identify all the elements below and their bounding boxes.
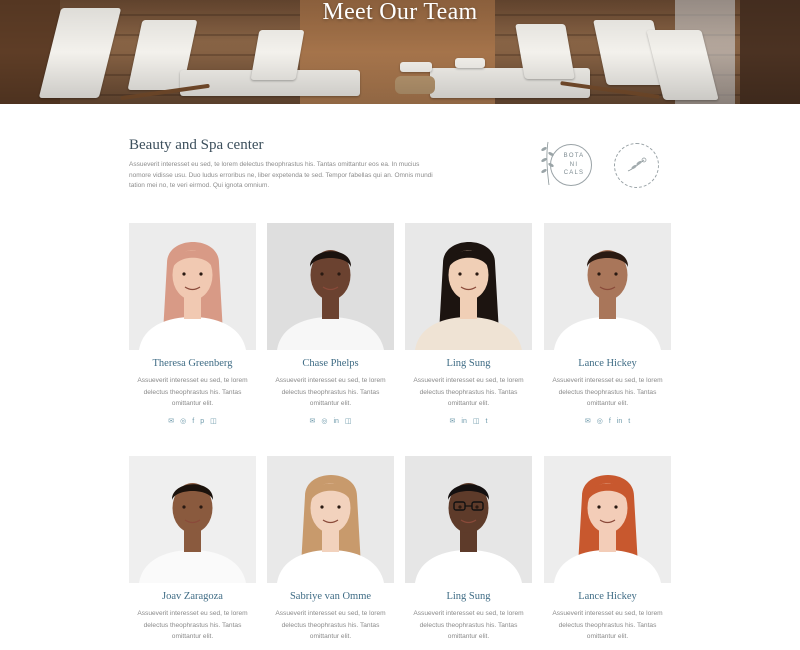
team-member-description: Assueverit interesset eu sed, te lorem de… <box>121 375 264 410</box>
team-member-photo[interactable] <box>544 223 671 350</box>
social-icon[interactable]: ◫ <box>473 417 480 425</box>
social-icon[interactable]: ◫ <box>345 417 352 425</box>
description-line: Assueverit interesset eu sed, te lorem <box>275 610 386 617</box>
description-line: delectus theophrastus his. Tantas <box>419 621 518 629</box>
portrait-woman-blonde-icon <box>267 456 394 583</box>
portrait-woman-icon <box>405 223 532 350</box>
team-member-name[interactable]: Lance Hickey <box>534 358 681 369</box>
social-icon[interactable]: in <box>461 418 466 425</box>
social-icon[interactable]: ◫ <box>210 417 217 425</box>
description-line: omittantur elit. <box>171 400 214 407</box>
team-member-name[interactable]: Lance Hickey <box>534 591 681 602</box>
team-member-card[interactable]: Ling Sung Assueverit interesset eu sed, t… <box>405 223 532 425</box>
description-line: omittantur elit. <box>586 400 629 407</box>
team-member-name[interactable]: Sabriye van Omme <box>257 591 404 602</box>
team-member-name[interactable]: Theresa Greenberg <box>119 358 266 369</box>
portrait-man-icon <box>544 223 671 350</box>
description-line: Assueverit interesset eu sed, te lorem <box>137 610 248 617</box>
team-member-name[interactable]: Chase Phelps <box>257 358 404 369</box>
description-line: omittantur elit. <box>447 400 490 407</box>
team-member-card[interactable]: Ling Sung Assueverit interesset eu sed, t… <box>405 456 532 650</box>
team-member-photo[interactable] <box>544 456 671 583</box>
description-line: Assueverit interesset eu sed, te lorem <box>413 610 524 617</box>
description-line: delectus theophrastus his. Tantas <box>143 621 242 629</box>
social-icon[interactable]: ✉ <box>585 417 591 425</box>
description-line: delectus theophrastus his. Tantas <box>143 388 242 396</box>
social-icon[interactable]: ◎ <box>180 417 186 425</box>
social-icon[interactable]: f <box>192 418 194 425</box>
team-member-description: Assueverit interesset eu sed, te lorem de… <box>259 608 402 643</box>
team-member-description: Assueverit interesset eu sed, te lorem de… <box>397 608 540 643</box>
social-icon[interactable]: in <box>617 418 622 425</box>
description-line: delectus theophrastus his. Tantas <box>558 621 657 629</box>
botanicals-badge-text: BOTA NI CALS <box>563 153 585 176</box>
social-links: ✉ ◎ f p ◫ <box>129 417 256 425</box>
social-links: ✉ ◎ f in t <box>544 417 671 425</box>
team-member-card[interactable]: Sabriye van Omme Assueverit interesset eu… <box>267 456 394 650</box>
section-title: Beauty and Spa center <box>129 137 264 153</box>
portrait-man-glasses-icon <box>405 456 532 583</box>
social-links: ✉ ◎ in ◫ <box>267 417 394 425</box>
social-icon[interactable]: ✉ <box>168 417 174 425</box>
description-line: Assueverit interesset eu sed, te lorem <box>552 377 663 384</box>
description-line: Assueverit interesset eu sed, te lorem <box>275 377 386 384</box>
botanical-leaf-icon <box>541 141 554 186</box>
herbal-flower-icon <box>627 157 647 172</box>
description-line: delectus theophrastus his. Tantas <box>558 388 657 396</box>
portrait-man-curly-hair-icon <box>129 456 256 583</box>
team-member-card[interactable]: Chase Phelps Assueverit interesset eu sed… <box>267 223 394 425</box>
team-member-photo[interactable] <box>267 456 394 583</box>
section-description: Assueverit interesset eu sed, te lorem d… <box>129 161 433 189</box>
social-icon[interactable]: ✉ <box>309 417 315 425</box>
description-line: delectus theophrastus his. Tantas <box>281 388 380 396</box>
page-title: Meet Our Team <box>322 0 478 25</box>
team-member-name[interactable]: Joav Zaragoza <box>119 591 266 602</box>
hero-banner: Meet Our Team <box>0 0 800 104</box>
description-line: Assueverit interesset eu sed, te lorem <box>137 377 248 384</box>
description-line: omittantur elit. <box>447 633 490 640</box>
team-member-name[interactable]: Ling Sung <box>395 591 542 602</box>
team-member-card[interactable]: Lance Hickey Assueverit interesset eu sed… <box>544 223 671 425</box>
team-member-description: Assueverit interesset eu sed, te lorem de… <box>536 608 679 643</box>
social-icon[interactable]: t <box>486 418 488 425</box>
team-member-photo[interactable] <box>267 223 394 350</box>
description-line: omittantur elit. <box>309 400 352 407</box>
team-member-photo[interactable] <box>129 223 256 350</box>
team-member-card[interactable]: Joav Zaragoza Assueverit interesset eu se… <box>129 456 256 650</box>
social-icon[interactable]: p <box>200 418 204 425</box>
team-member-name[interactable]: Ling Sung <box>395 358 542 369</box>
description-line: delectus theophrastus his. Tantas <box>419 388 518 396</box>
social-icon[interactable]: ◎ <box>597 417 603 425</box>
social-icon[interactable]: ◎ <box>321 417 327 425</box>
description-line: omittantur elit. <box>586 633 629 640</box>
social-icon[interactable]: in <box>333 418 338 425</box>
team-member-description: Assueverit interesset eu sed, te lorem de… <box>397 375 540 410</box>
team-member-card[interactable]: Lance Hickey Assueverit interesset eu sed… <box>544 456 671 650</box>
social-icon[interactable]: f <box>609 418 611 425</box>
team-member-description: Assueverit interesset eu sed, te lorem de… <box>259 375 402 410</box>
portrait-man-icon <box>267 223 394 350</box>
description-line: Assueverit interesset eu sed, te lorem <box>413 377 524 384</box>
team-member-photo[interactable] <box>129 456 256 583</box>
team-member-photo[interactable] <box>405 456 532 583</box>
team-member-description: Assueverit interesset eu sed, te lorem de… <box>121 608 264 643</box>
team-member-description: Assueverit interesset eu sed, te lorem de… <box>536 375 679 410</box>
description-line: omittantur elit. <box>309 633 352 640</box>
social-links: ✉ in ◫ t <box>405 417 532 425</box>
portrait-woman-pink-hair-icon <box>129 223 256 350</box>
description-line: omittantur elit. <box>171 633 214 640</box>
description-line: delectus theophrastus his. Tantas <box>281 621 380 629</box>
portrait-woman-red-hair-icon <box>544 456 671 583</box>
social-icon[interactable]: t <box>628 418 630 425</box>
team-member-photo[interactable] <box>405 223 532 350</box>
description-line: Assueverit interesset eu sed, te lorem <box>552 610 663 617</box>
social-icon[interactable]: ✉ <box>450 417 456 425</box>
team-member-card[interactable]: Theresa Greenberg Assueverit interesset e… <box>129 223 256 425</box>
